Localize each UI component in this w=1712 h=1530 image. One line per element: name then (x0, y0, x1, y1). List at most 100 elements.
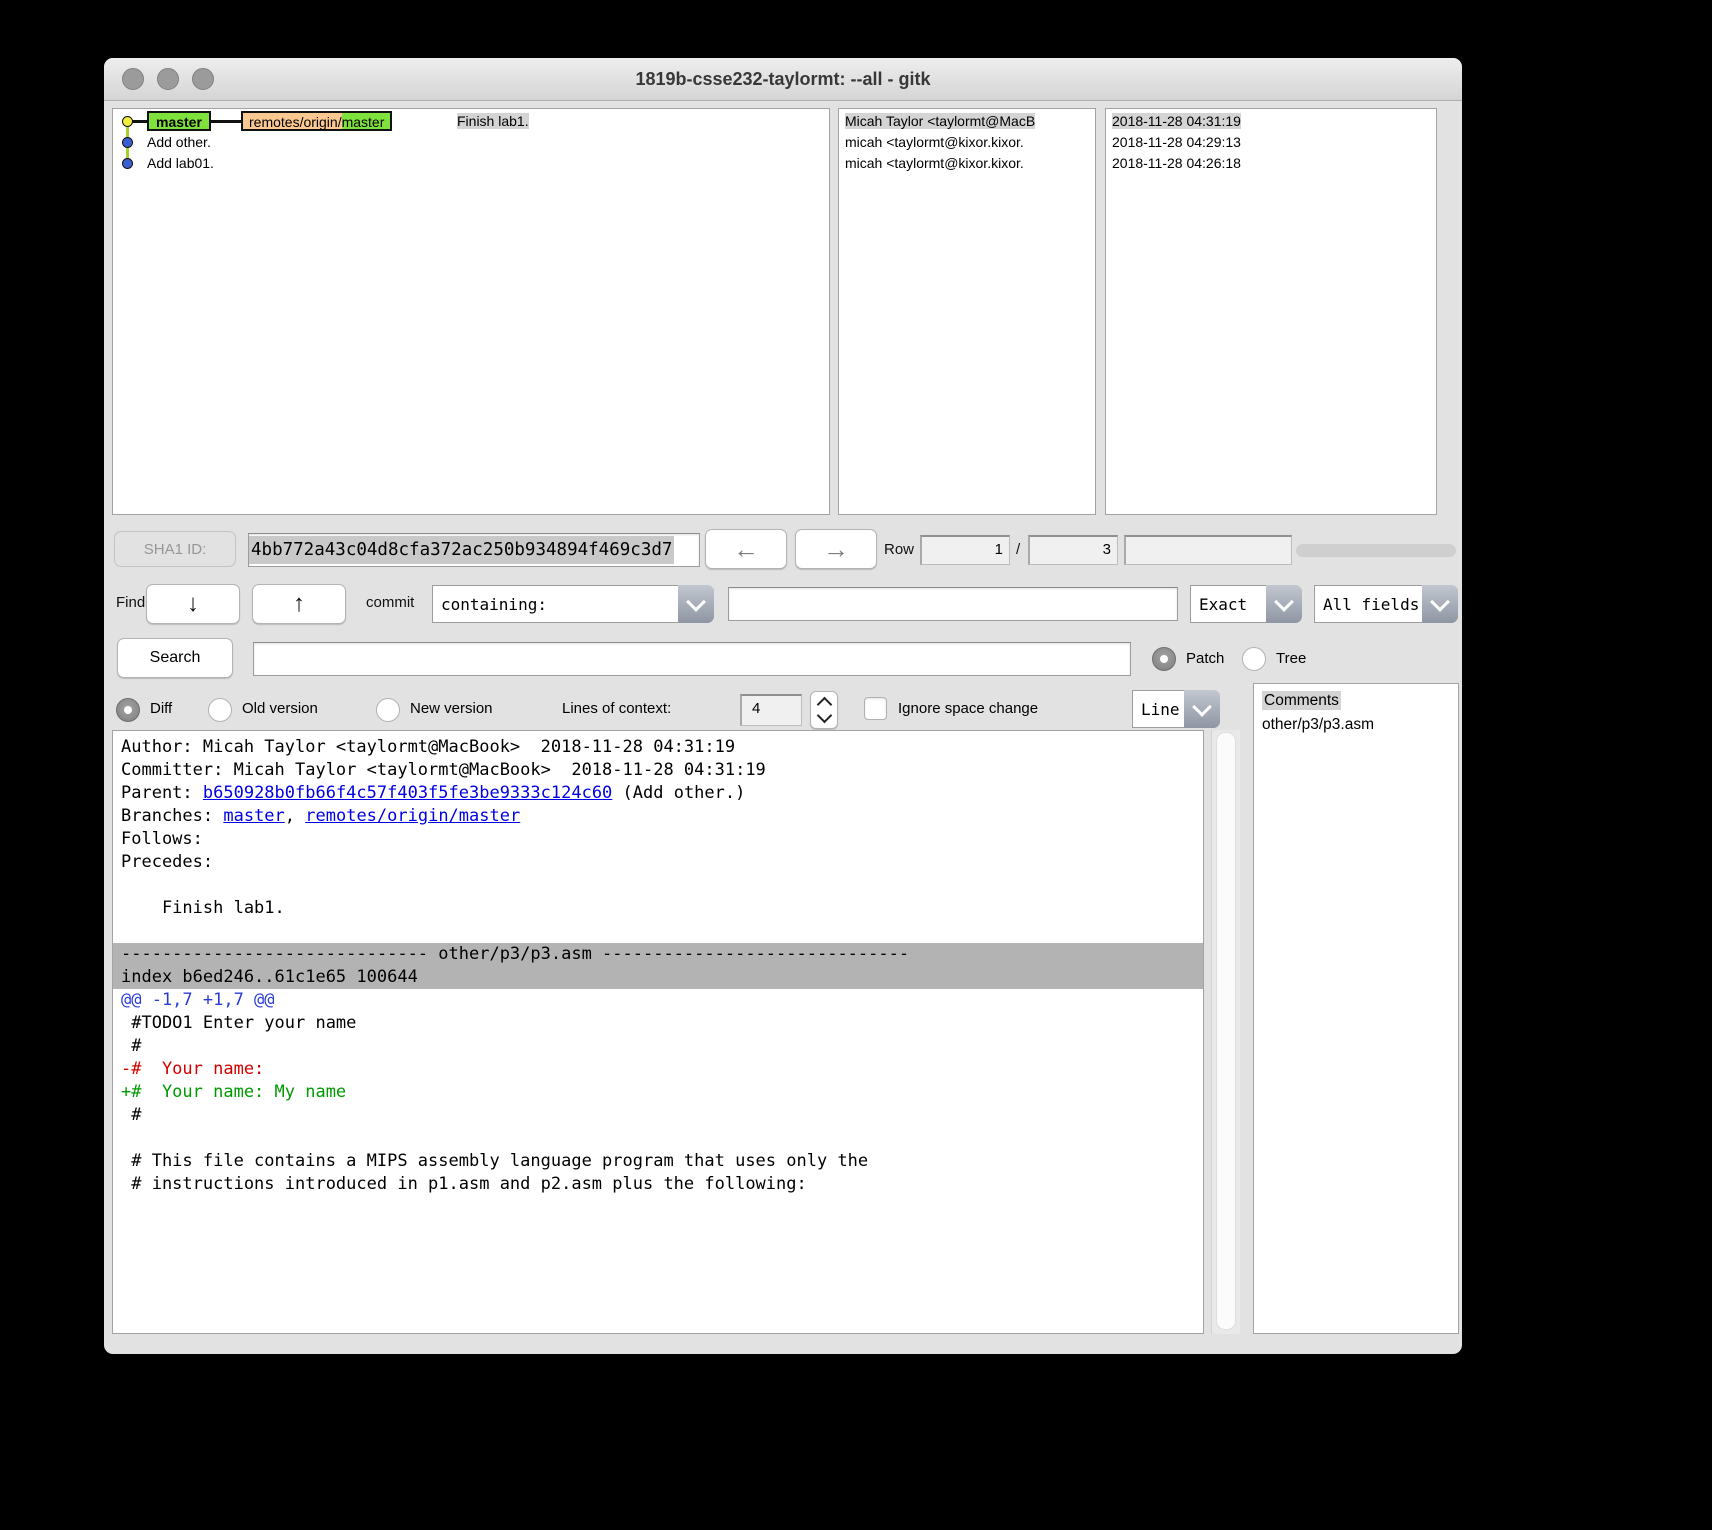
commit-row-subject[interactable]: Finish lab1. (457, 111, 529, 131)
context-stepper[interactable] (810, 691, 838, 729)
commit-node-current[interactable] (122, 116, 133, 127)
diff-line: # This file contains a MIPS assembly lan… (113, 1150, 1203, 1173)
row-total-field: 3 (1028, 535, 1118, 565)
sha1-input[interactable]: 4bb772a43c04d8cfa372ac250b934894f469c3d7 (248, 533, 700, 567)
diff-text: # instructions introduced in p1.asm and … (121, 1174, 807, 1194)
arrow-up-icon: ↑ (293, 590, 305, 618)
tree-radio[interactable] (1242, 647, 1266, 671)
commit-date-cell[interactable]: 2018-11-28 04:26:18 (1112, 153, 1241, 173)
nav-back-button[interactable]: ← (705, 529, 787, 569)
commit-link[interactable]: b650928b0fb66f4c57f403f5fe3be9333c124c60 (203, 783, 612, 803)
diff-line: Finish lab1. (113, 897, 1203, 920)
horizontal-scrollbar-thumb[interactable] (1296, 544, 1456, 557)
diff-line: +# Your name: My name (113, 1081, 1203, 1104)
diff-text: @@ -1,7 +1,7 @@ (121, 990, 275, 1010)
chevron-down-icon (1422, 585, 1458, 623)
find-input[interactable] (728, 587, 1178, 621)
diff-text: (Add other.) (612, 783, 745, 803)
commit-link[interactable]: remotes/origin/master (305, 806, 520, 826)
remote-branch: master (342, 113, 391, 129)
patch-radio[interactable] (1152, 647, 1176, 671)
tree-radio-label: Tree (1276, 634, 1306, 684)
branch-label-remote[interactable]: remotes/origin/ master (241, 111, 392, 131)
diff-text: # (121, 1105, 141, 1125)
lines-of-context-label: Lines of context: (562, 684, 671, 734)
commit-graph-panel: master remotes/origin/ master Finish lab… (112, 108, 830, 515)
diff-line: Follows: (113, 828, 1203, 851)
find-prev-button[interactable]: ↑ (252, 584, 346, 624)
diff-scrollbar[interactable] (1211, 730, 1240, 1334)
diff-line: -# Your name: (113, 1058, 1203, 1081)
diff-line: @@ -1,7 +1,7 @@ (113, 989, 1203, 1012)
diff-line: #TODO1 Enter your name (113, 1012, 1203, 1035)
chevron-down-icon (1266, 585, 1302, 623)
commit-date-cell[interactable]: 2018-11-28 04:29:13 (1112, 132, 1241, 152)
old-version-label: Old version (242, 684, 318, 734)
diff-text: Branches: (121, 806, 223, 826)
diff-line: index b6ed246..61c1e65 100644 (113, 966, 1203, 989)
commit-label: commit (366, 578, 414, 628)
match-mode-dropdown[interactable]: Exact (1190, 585, 1302, 623)
diff-line: Branches: master, remotes/origin/master (113, 805, 1203, 828)
diff-view-panel[interactable]: Author: Micah Taylor <taylormt@MacBook> … (112, 730, 1204, 1334)
find-next-button[interactable]: ↓ (146, 584, 240, 624)
row-current-field[interactable]: 1 (920, 535, 1010, 565)
arrow-right-icon: → (823, 534, 849, 565)
diff-text: Follows: (121, 829, 203, 849)
ignore-space-checkbox[interactable] (864, 697, 887, 720)
diff-line: Precedes: (113, 851, 1203, 874)
find-type-dropdown[interactable]: containing: (432, 585, 714, 623)
context-value-field[interactable]: 4 (740, 694, 802, 726)
diff-text: # This file contains a MIPS assembly lan… (121, 1151, 868, 1171)
row-extra-field[interactable] (1124, 535, 1292, 565)
new-version-label: New version (410, 684, 493, 734)
patch-radio-label: Patch (1186, 634, 1224, 684)
diff-scrollbar-thumb[interactable] (1216, 732, 1236, 1330)
commit-author-cell[interactable]: micah <taylormt@kixor.kixor. (845, 153, 1024, 173)
diff-text: -# Your name: (121, 1059, 264, 1079)
diff-radio-label: Diff (150, 684, 172, 734)
old-version-radio[interactable] (208, 698, 232, 722)
search-button[interactable]: Search (117, 638, 233, 678)
fields-mode-dropdown[interactable]: All fields (1314, 585, 1458, 623)
date-column-panel: 2018-11-28 04:31:19 2018-11-28 04:29:13 … (1105, 108, 1437, 515)
diff-text: # (121, 1036, 141, 1056)
diff-body: Author: Micah Taylor <taylormt@MacBook> … (113, 731, 1203, 1196)
nav-forward-button[interactable]: → (795, 529, 877, 569)
line-mode-dropdown[interactable]: Line (1132, 690, 1220, 728)
commit-row-subject[interactable]: Add other. (147, 132, 211, 152)
commit-author-cell[interactable]: micah <taylormt@kixor.kixor. (845, 132, 1024, 152)
file-list-item-comments[interactable]: Comments (1262, 689, 1458, 713)
stepper-down-icon (816, 708, 832, 724)
diff-text: +# Your name: My name (121, 1082, 346, 1102)
diff-text: , (285, 806, 305, 826)
file-list-item-file[interactable]: other/p3/p3.asm (1262, 713, 1458, 737)
commit-link[interactable]: master (223, 806, 284, 826)
diff-line: # (113, 1035, 1203, 1058)
diff-line (113, 874, 1203, 897)
diff-line: # (113, 1104, 1203, 1127)
diff-text: Author: Micah Taylor <taylormt@MacBook> … (121, 737, 735, 757)
titlebar: 1819b-csse232-taylormt: --all - gitk (104, 58, 1462, 101)
diff-radio[interactable] (116, 698, 140, 722)
row-separator: / (1016, 525, 1020, 575)
arrow-left-icon: ← (733, 534, 759, 565)
diff-line: Parent: b650928b0fb66f4c57f403f5fe3be933… (113, 782, 1203, 805)
search-input[interactable] (253, 642, 1131, 676)
diff-text: ------------------------------ other/p3/… (121, 944, 909, 964)
diff-line: # instructions introduced in p1.asm and … (113, 1173, 1203, 1196)
commit-node[interactable] (122, 137, 133, 148)
diff-line: Committer: Micah Taylor <taylormt@MacBoo… (113, 759, 1203, 782)
chevron-down-icon (678, 585, 714, 623)
commit-row-subject[interactable]: Add lab01. (147, 153, 214, 173)
branch-label-master[interactable]: master (147, 111, 211, 131)
row-label: Row (884, 525, 914, 575)
gitk-window: 1819b-csse232-taylormt: --all - gitk mas… (104, 58, 1462, 1354)
commit-author-cell[interactable]: Micah Taylor <taylormt@MacB (845, 111, 1035, 131)
new-version-radio[interactable] (376, 698, 400, 722)
diff-text: Precedes: (121, 852, 213, 872)
commit-node[interactable] (122, 158, 133, 169)
find-label: Find (116, 578, 145, 628)
commit-date-cell[interactable]: 2018-11-28 04:31:19 (1112, 111, 1241, 131)
sha1-id-label: SHA1 ID: (114, 531, 236, 567)
